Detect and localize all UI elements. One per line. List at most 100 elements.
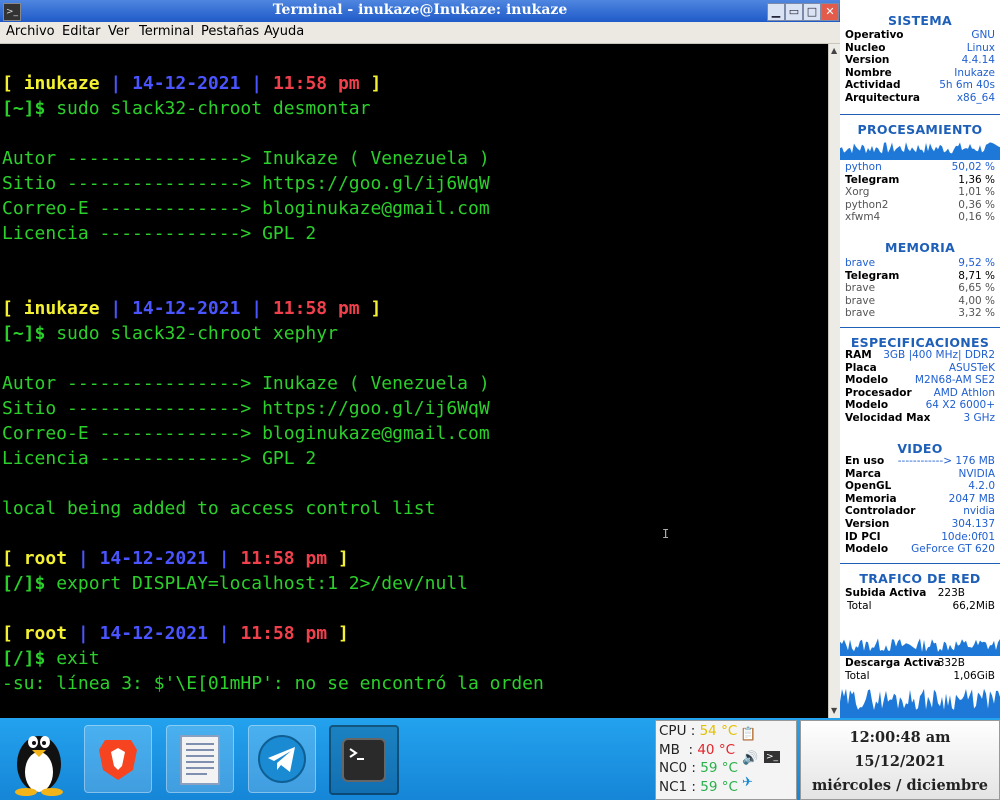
brave-launcher[interactable] [84, 725, 152, 793]
maximize-button[interactable]: □ [803, 3, 821, 21]
telegram-icon [258, 735, 306, 783]
menu-terminal[interactable]: Terminal [139, 24, 194, 39]
divider [840, 114, 1000, 115]
minimize-button[interactable]: ▁ [767, 3, 785, 21]
especificaciones-value: 3GB |400 MHz| DDR2 [883, 349, 995, 361]
close-button[interactable]: ✕ [821, 3, 839, 21]
video-label: OpenGL [845, 480, 892, 493]
sistema-value: 4.4.14 [961, 54, 995, 67]
prompt-line: [ root | 14-12-2021 | 11:58 pm ] [2, 548, 349, 569]
procesamiento-label: Telegram [845, 173, 900, 186]
sistema-row: Version 4.4.14 [845, 54, 995, 67]
volume-icon[interactable]: 🔊 [742, 751, 758, 766]
procesamiento-label: python [845, 161, 882, 173]
download-total-row: Total 1,06GiB [845, 670, 995, 683]
upload-total-label: Total [847, 600, 872, 612]
sensor-readout: NC1 : 59 °C [659, 779, 738, 795]
download-value: 332B [937, 657, 965, 669]
memoria-row: Telegram 8,71 % [845, 270, 995, 283]
procesamiento-value: 1,01 % [958, 186, 995, 198]
video-value: NVIDIA [958, 467, 996, 480]
sistema-label: Actividad [845, 79, 901, 92]
clock-time: 12:00:48 am [849, 729, 951, 746]
scroll-up-icon[interactable]: ▲ [831, 46, 837, 55]
sensors-widget: CPU : 54 °C MB : 40 °C NC0 : 59 °C NC1 : 59… [655, 720, 797, 800]
procesamiento-row: xfwm4 0,16 % [845, 211, 995, 224]
download-total-label: Total [845, 670, 870, 682]
memoria-label: Telegram [845, 269, 900, 282]
output-line: Licencia -------------> GPL 2 [2, 223, 317, 244]
procesamiento-row: Xorg 1,01 % [845, 186, 995, 199]
command-text: export DISPLAY=localhost:1 2>/dev/null [56, 573, 468, 594]
video-row: Modelo GeForce GT 620 [845, 543, 995, 556]
sensor-value: 40 °C [697, 741, 735, 758]
menu-ver[interactable]: Ver [108, 24, 129, 39]
memoria-value: 8,71 % [958, 269, 995, 282]
prompt-user: inukaze [23, 298, 100, 319]
memoria-value: 9,52 % [958, 257, 995, 269]
telegram-launcher[interactable] [248, 725, 316, 793]
video-value: GeForce GT 620 [911, 543, 995, 556]
terminal-tray-icon[interactable]: >_ [764, 751, 781, 763]
upload-total-row: Total 66,2MiB [845, 600, 995, 613]
terminal-launcher[interactable] [329, 725, 399, 795]
memoria-row: brave 4,00 % [845, 295, 995, 308]
prompt-date: 14-12-2021 [99, 548, 208, 569]
command-text: exit [56, 648, 100, 669]
memoria-label: brave [845, 294, 876, 307]
memoria-value: 4,00 % [958, 294, 995, 307]
sensor-readout: NC0 : 59 °C [659, 760, 738, 776]
upload-graph [840, 638, 1000, 656]
prompt-line: [ inukaze | 14-12-2021 | 11:58 pm ] [2, 73, 382, 94]
prompt-date: 14-12-2021 [99, 623, 208, 644]
especificaciones-label: Velocidad Max [845, 412, 931, 424]
section-sistema-title: SISTEMA [888, 13, 952, 28]
clock-widget[interactable]: 12:00:48 am 15/12/2021 miércoles / dicie… [800, 720, 1000, 800]
menu-editar[interactable]: Editar [62, 24, 101, 39]
restore-button[interactable]: ▭ [785, 3, 803, 21]
prompt-time: 11:58 pm [272, 298, 360, 319]
procesamiento-value: 0,36 % [958, 198, 995, 211]
prompt-user: root [23, 623, 68, 644]
video-value: 2047 MB [948, 492, 995, 505]
output-line: Sitio ----------------> https://goo.gl/i… [2, 398, 490, 419]
telegram-tray-icon[interactable]: ✈ [742, 775, 753, 790]
section-memoria-title: MEMORIA [884, 240, 956, 255]
memoria-value: 3,32 % [958, 307, 995, 319]
download-label: Descarga Activa [845, 657, 941, 669]
output-line: -su: línea 3: $'\E[01mHP': no se encontr… [2, 673, 544, 694]
sensor-label: NC0 : [659, 760, 701, 776]
especificaciones-label: Placa [845, 361, 877, 374]
video-row: Marca NVIDIA [845, 468, 995, 481]
video-value: 304.137 [951, 518, 995, 530]
output-line: Correo-E -------------> bloginukaze@gmai… [2, 423, 490, 444]
clipboard-icon[interactable]: 📋 [740, 727, 756, 742]
procesamiento-label: xfwm4 [845, 211, 881, 223]
sensor-readout: CPU : 54 °C [659, 723, 737, 739]
memoria-label: brave [845, 307, 876, 319]
text-editor-launcher[interactable] [166, 725, 234, 793]
section-red-title: TRAFICO DE RED [859, 571, 981, 586]
procesamiento-value: 0,16 % [958, 211, 995, 223]
especificaciones-value: AMD Athlon [933, 386, 995, 399]
command-text: sudo slack32-chroot desmontar [56, 98, 371, 119]
prompt-cwd: [~]$ [2, 323, 57, 344]
terminal-icon [342, 738, 386, 782]
especificaciones-label: Modelo [845, 399, 889, 412]
sensor-label: NC1 : [659, 778, 701, 795]
especificaciones-label: Modelo [845, 374, 889, 387]
menu-bar: Archivo Editar Ver Terminal Pestañas Ayu… [0, 22, 840, 44]
prompt-user: root [23, 548, 68, 569]
video-label: Modelo [845, 543, 889, 556]
prompt-time: 11:58 pm [240, 548, 328, 569]
tux-menu-icon[interactable] [8, 722, 70, 796]
menu-ayuda[interactable]: Ayuda [264, 24, 304, 39]
video-label: Marca [845, 467, 882, 480]
upload-value: 223B [937, 587, 965, 599]
title-bar[interactable]: >_ Terminal - inukaze@Inukaze: inukaze ▁… [0, 0, 840, 22]
menu-archivo[interactable]: Archivo [6, 24, 55, 39]
especificaciones-label: RAM [845, 349, 872, 361]
scroll-down-icon[interactable]: ▼ [831, 706, 837, 715]
terminal-output[interactable]: [ inukaze | 14-12-2021 | 11:58 pm ] [~]$ … [0, 44, 828, 718]
menu-pestanas[interactable]: Pestañas [201, 24, 259, 39]
